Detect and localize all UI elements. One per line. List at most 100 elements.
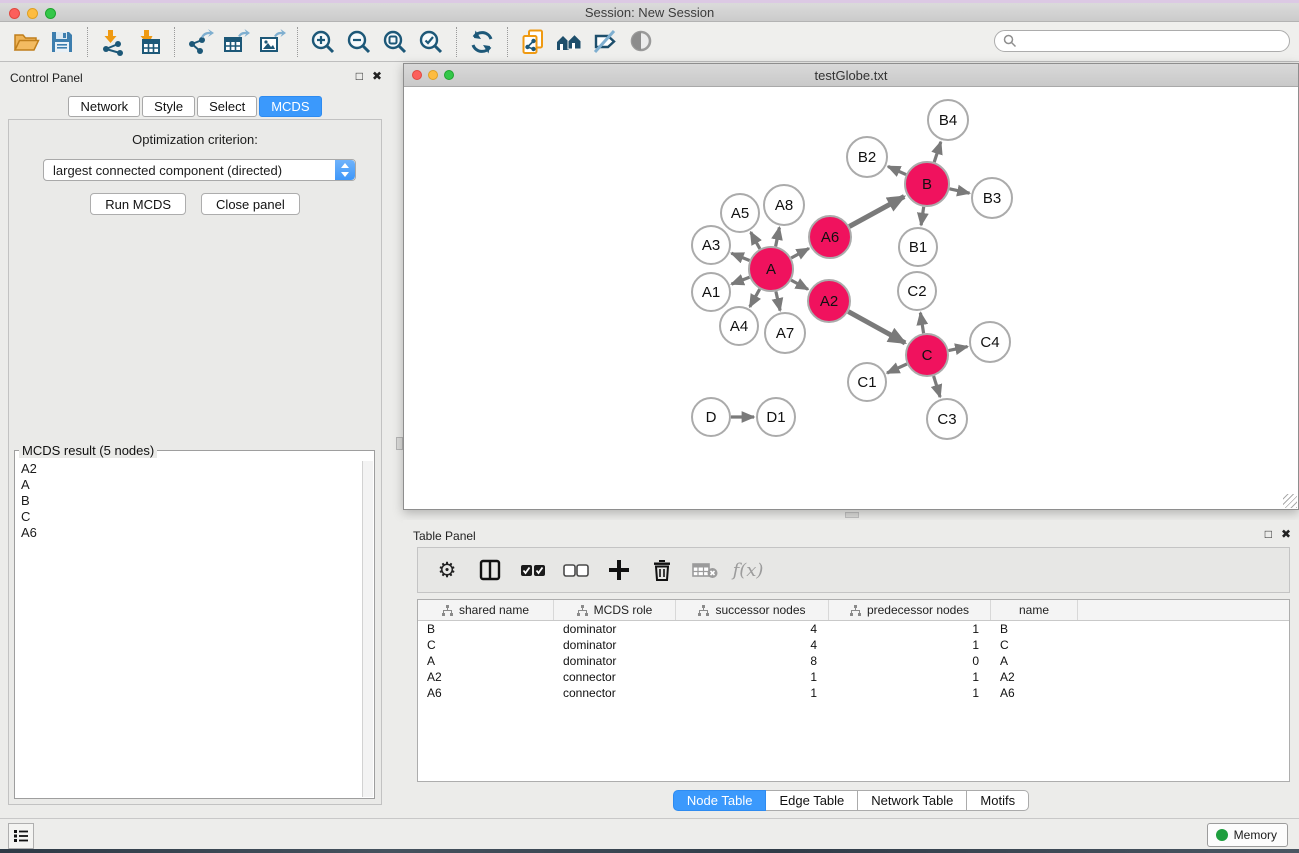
table-row[interactable]: Bdominator41B xyxy=(418,621,1289,637)
graph-edge[interactable] xyxy=(791,280,808,289)
table-cell[interactable]: A6 xyxy=(418,686,554,700)
table-cell[interactable]: 4 xyxy=(676,638,829,652)
table-cell[interactable]: C xyxy=(991,638,1078,652)
run-mcds-button[interactable]: Run MCDS xyxy=(90,193,186,215)
delete-columns-icon[interactable] xyxy=(649,557,675,583)
result-scrollbar[interactable] xyxy=(362,461,373,797)
table-cell[interactable]: 4 xyxy=(676,622,829,636)
float-table-panel-icon[interactable]: □ xyxy=(1265,527,1272,541)
graph-edge[interactable] xyxy=(934,142,941,162)
table-cell[interactable]: dominator xyxy=(554,654,676,668)
zoom-out-icon[interactable] xyxy=(343,26,375,58)
graph-edge[interactable] xyxy=(750,289,760,307)
tab-network[interactable]: Network xyxy=(68,96,140,117)
table-cell[interactable]: 1 xyxy=(829,686,991,700)
graph-edge[interactable] xyxy=(949,347,968,351)
graph-edge[interactable] xyxy=(776,292,780,311)
close-panel-button[interactable]: Close panel xyxy=(201,193,300,215)
table-cell[interactable]: 8 xyxy=(676,654,829,668)
table-cell[interactable]: dominator xyxy=(554,622,676,636)
graph-edge[interactable] xyxy=(776,228,780,247)
criterion-select[interactable]: largest connected component (directed) xyxy=(43,159,356,181)
vertical-split-handle[interactable] xyxy=(396,437,403,450)
mcds-result-item[interactable]: A6 xyxy=(16,525,361,541)
mcds-result-item[interactable]: C xyxy=(16,509,361,525)
graph-edge[interactable] xyxy=(920,313,923,334)
network-window-titlebar[interactable]: testGlobe.txt xyxy=(404,64,1298,87)
function-builder-icon[interactable]: f(x) xyxy=(735,557,761,583)
import-table-icon[interactable] xyxy=(133,26,165,58)
zoom-in-icon[interactable] xyxy=(307,26,339,58)
node-table[interactable]: shared nameMCDS rolesuccessor nodesprede… xyxy=(417,599,1290,782)
graph-edge[interactable] xyxy=(950,189,970,193)
graph-edge[interactable] xyxy=(888,166,906,174)
column-header[interactable]: MCDS role xyxy=(554,600,676,620)
select-all-columns-icon[interactable] xyxy=(520,557,546,583)
graph-edge[interactable] xyxy=(751,232,760,249)
create-column-icon[interactable] xyxy=(606,557,632,583)
zoom-fit-icon[interactable] xyxy=(379,26,411,58)
table-row[interactable]: Cdominator41C xyxy=(418,637,1289,653)
table-cell[interactable]: A xyxy=(418,654,554,668)
table-cell[interactable]: 1 xyxy=(676,670,829,684)
table-cell[interactable]: 1 xyxy=(829,622,991,636)
tab-mcds[interactable]: MCDS xyxy=(259,96,321,117)
duplicate-network-icon[interactable] xyxy=(517,26,549,58)
horizontal-split-handle[interactable] xyxy=(845,512,859,518)
mcds-result-item[interactable]: A2 xyxy=(16,461,361,477)
tab-motifs[interactable]: Motifs xyxy=(967,790,1029,811)
close-table-panel-icon[interactable]: ✖ xyxy=(1281,527,1291,541)
table-cell[interactable]: A2 xyxy=(418,670,554,684)
table-row[interactable]: A6connector11A6 xyxy=(418,685,1289,701)
apply-layout-icon[interactable] xyxy=(466,26,498,58)
graph-edge[interactable] xyxy=(791,248,809,258)
table-cell[interactable]: connector xyxy=(554,686,676,700)
table-cell[interactable]: A6 xyxy=(991,686,1078,700)
window-resize-grip[interactable] xyxy=(1283,494,1297,508)
tab-style[interactable]: Style xyxy=(142,96,195,117)
zoom-selected-icon[interactable] xyxy=(415,26,447,58)
open-file-icon[interactable] xyxy=(10,26,42,58)
search-field[interactable] xyxy=(994,30,1290,52)
graph-edge[interactable] xyxy=(731,253,749,260)
unselect-all-columns-icon[interactable] xyxy=(563,557,589,583)
table-cell[interactable]: B xyxy=(991,622,1078,636)
tab-edge-table[interactable]: Edge Table xyxy=(766,790,858,811)
table-cell[interactable]: dominator xyxy=(554,638,676,652)
graph-edge[interactable] xyxy=(849,197,904,227)
graph-edge[interactable] xyxy=(921,207,924,225)
show-panels-button[interactable] xyxy=(8,823,34,849)
table-cell[interactable]: 1 xyxy=(829,670,991,684)
first-neighbors-icon[interactable] xyxy=(553,26,585,58)
column-header[interactable]: shared name xyxy=(418,600,554,620)
export-table-icon[interactable] xyxy=(220,26,252,58)
table-cell[interactable]: 1 xyxy=(829,638,991,652)
network-canvas[interactable]: B4B2BB3A5A8A6A3AB1A1C2A4A7A2C4CC1C3DD1 xyxy=(404,88,1298,509)
memory-button[interactable]: Memory xyxy=(1207,823,1288,847)
graph-edge[interactable] xyxy=(887,364,907,373)
table-cell[interactable]: 0 xyxy=(829,654,991,668)
tab-select[interactable]: Select xyxy=(197,96,257,117)
mcds-result-item[interactable]: B xyxy=(16,493,361,509)
graph-edge[interactable] xyxy=(934,376,941,397)
graph-edge[interactable] xyxy=(848,312,905,343)
export-image-icon[interactable] xyxy=(256,26,288,58)
hide-labels-icon[interactable] xyxy=(589,26,621,58)
table-cell[interactable]: A xyxy=(991,654,1078,668)
import-network-icon[interactable] xyxy=(97,26,129,58)
float-panel-icon[interactable]: □ xyxy=(356,69,363,83)
save-session-icon[interactable] xyxy=(46,26,78,58)
mcds-result-item[interactable]: A xyxy=(16,477,361,493)
close-panel-icon[interactable]: ✖ xyxy=(372,69,382,83)
column-header[interactable]: successor nodes xyxy=(676,600,829,620)
column-header[interactable]: predecessor nodes xyxy=(829,600,991,620)
tab-node-table[interactable]: Node Table xyxy=(673,790,767,811)
export-network-icon[interactable] xyxy=(184,26,216,58)
delete-table-icon[interactable] xyxy=(692,557,718,583)
show-columns-icon[interactable] xyxy=(477,557,503,583)
table-cell[interactable]: connector xyxy=(554,670,676,684)
session-titlebar[interactable]: Session: New Session xyxy=(0,3,1299,22)
search-input[interactable] xyxy=(1017,34,1289,48)
table-cell[interactable]: B xyxy=(418,622,554,636)
column-header[interactable]: name xyxy=(991,600,1078,620)
